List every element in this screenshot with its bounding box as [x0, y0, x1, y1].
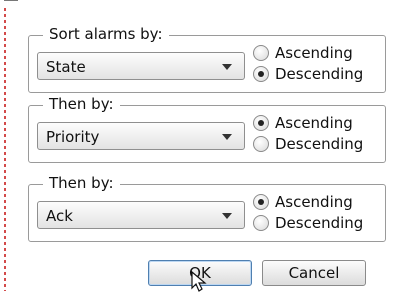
radio-circle	[253, 136, 269, 152]
radio-selected-dot	[258, 120, 264, 126]
chevron-down-icon	[222, 134, 232, 140]
sort-group-tertiary: Then by: Ack Ascending Descending	[28, 173, 386, 242]
group-legend: Then by:	[43, 173, 120, 193]
sort-field-select[interactable]: Ack	[37, 201, 245, 229]
radio-circle-selected	[253, 194, 269, 210]
ascending-label: Ascending	[275, 114, 353, 132]
descending-label: Descending	[275, 65, 364, 83]
descending-radio[interactable]: Descending	[253, 214, 379, 234]
sort-group-primary: Sort alarms by: State Ascending Descendi…	[28, 24, 386, 93]
left-dashed-border	[4, 8, 6, 291]
ascending-radio[interactable]: Ascending	[253, 44, 379, 64]
radio-selected-dot	[258, 71, 264, 77]
sort-field-value: Priority	[46, 128, 100, 146]
sort-field-select[interactable]: State	[37, 52, 245, 80]
sort-group-secondary: Then by: Priority Ascending Descending	[28, 94, 386, 163]
ascending-radio[interactable]: Ascending	[253, 114, 379, 134]
ascending-label: Ascending	[275, 193, 353, 211]
mouse-pointer-icon	[191, 271, 207, 292]
chevron-down-icon	[222, 213, 232, 219]
sort-alarms-dialog: Sort alarms by: State Ascending Descendi…	[0, 0, 402, 295]
chevron-down-icon	[222, 64, 232, 70]
descending-label: Descending	[275, 214, 364, 232]
ascending-radio[interactable]: Ascending	[253, 193, 379, 213]
radio-circle	[253, 45, 269, 61]
radio-circle-selected	[253, 115, 269, 131]
group-legend: Sort alarms by:	[43, 24, 169, 44]
cancel-button[interactable]: Cancel	[262, 260, 366, 286]
top-dash-line	[4, 0, 18, 1]
sort-field-select[interactable]: Priority	[37, 122, 245, 150]
descending-radio[interactable]: Descending	[253, 135, 379, 155]
ascending-label: Ascending	[275, 44, 353, 62]
radio-circle-selected	[253, 66, 269, 82]
group-legend: Then by:	[43, 94, 120, 114]
radio-circle	[253, 215, 269, 231]
descending-label: Descending	[275, 135, 364, 153]
sort-field-value: Ack	[46, 207, 73, 225]
sort-field-value: State	[46, 58, 86, 76]
radio-selected-dot	[258, 199, 264, 205]
descending-radio[interactable]: Descending	[253, 65, 379, 85]
